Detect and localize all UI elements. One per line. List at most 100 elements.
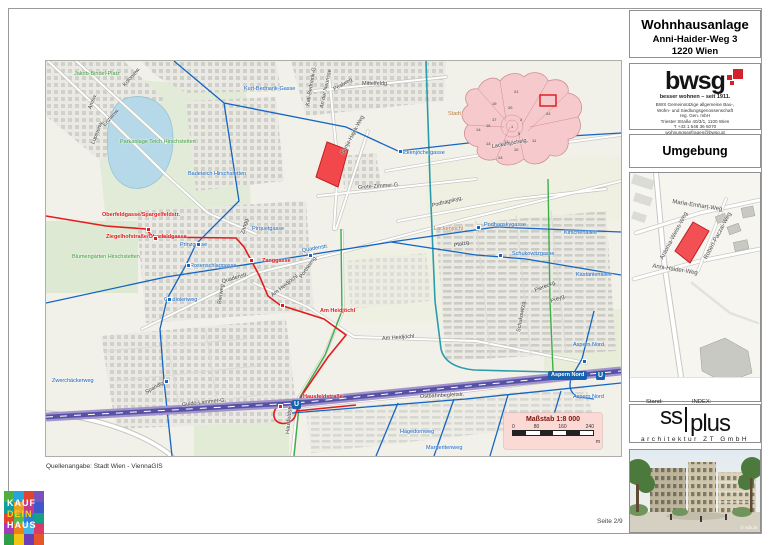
project-address: Anni-Haider-Weg 3 [630,34,760,45]
plan-sheet: Jakob-Bindel-PlatzKoloniew.Anisw.Enzianw… [0,0,770,545]
map-label: Schukowitzgasse [512,251,555,257]
project-city: 1220 Wien [630,46,760,57]
building-rendering: © vdx.at [630,450,760,532]
transit-stop-marker [280,303,285,308]
transit-stop-marker [498,253,503,258]
title-block: Wohnhausanlage Anni-Haider-Weg 3 1220 Wi… [629,10,761,58]
ubahn-icon: U [596,371,605,380]
bwsg-logo: bwsg [665,68,725,94]
kauf-dein-haus-logo: KAUF DEIN HAUS [4,491,44,545]
map-label: 2 [520,117,522,123]
kdh-line-3: HAUS [7,520,37,531]
map-label: 10 [514,147,518,153]
ubahn-icon-hausfeldstrasse: U [292,400,301,409]
kdh-line-1: KAUF [7,498,37,509]
map-label: 13 [486,141,490,147]
umgebung-heading: Umgebung [630,135,760,167]
map-label: Zwerchäckerweg [52,378,94,384]
bwsg-address: BWS Gemeinnützige allgemeine Bau-,Wohn- … [630,102,760,136]
map-label: Aspern Nord [573,394,604,400]
map-label: Kurt-Bednarik-Gasse [244,86,295,92]
bwsg-pixel-mark-icon [727,68,743,86]
transit-stop-marker [167,297,172,302]
map-label: 20 [508,105,512,111]
umgebung-map: Maria-Emhart-WegAntonia-Weiss-WegRobert-… [630,173,760,378]
map-label: Badeteich Hirschstetten [188,171,246,177]
transit-stop-marker [398,149,403,154]
transit-stop-marker [249,258,254,263]
project-title: Wohnhausanlage [630,17,760,32]
map-label: Kastanienallee [576,272,612,278]
map-label: 3 [518,131,520,137]
map-label: 17 [492,117,496,123]
map-label: 19 [492,101,496,107]
map-label: Am Heidjöchl [320,308,355,314]
map-label: Podhagskygasse [484,222,526,228]
map-label: Mittelfeldg. [362,81,389,87]
rendering-box: © vdx.at [629,449,761,533]
transit-stop-marker [146,227,151,232]
scale-ticks: 080160240 [504,423,602,430]
map-label: Prinzgasse [180,242,207,248]
map-label: Jakob-Bindel-Platz [74,71,120,77]
map-label: 14 [476,127,480,133]
transit-stop-marker [308,253,313,258]
ssplus-plus: plus [690,414,730,434]
u2-station-label: Aspern Nord [551,372,584,378]
bwsg-company-block: bwsg besser wohnen – seit 1911. BWS Geme… [629,63,761,130]
map-label: 1 [511,124,513,130]
kdh-wordmark: KAUF DEIN HAUS [7,498,37,531]
transit-stop-marker [278,404,283,409]
map-label: Oberfeldgasse/Spargelfeldstr. [102,212,180,218]
transit-stop-marker [196,242,201,247]
ssplus-logo: ss plus [630,407,760,433]
scale-unit: m [596,439,600,445]
map-label: Zanggasse [262,258,291,264]
map-label: Hausfeldstraße [303,394,343,400]
scale-tick: 240 [586,424,594,430]
ssplus-divider [685,407,687,432]
map-label: Kirschenallee [564,230,597,236]
bwsg-wordmark: bwsg [665,67,725,95]
umgebung-header: Umgebung [629,134,761,168]
kdh-color-cell [14,534,24,545]
render-credit: © vdx.at [740,524,757,530]
map-label: Hagedornweg [400,429,434,435]
map-label: Aspern Nord [573,342,604,348]
map-label: Margeritenweg [426,445,462,451]
map-label: Stadt [448,111,461,117]
page-number: Seite 2/9 [597,518,623,525]
map-label: Parkanlage Teich Hirschstetten [120,139,196,145]
ssplus-ss: ss [660,407,682,427]
kdh-line-2: DEIN [7,509,37,520]
site-location-map: Jakob-Bindel-PlatzKoloniew.Anisw.Enzianw… [45,60,622,457]
source-attribution: Quellenangabe: Stadt Wien - ViennaGIS [46,463,163,470]
transit-stop-marker [164,379,169,384]
map-label: 16 [486,123,490,129]
transit-stop-marker [153,236,158,241]
kdh-color-cell [24,534,34,545]
scale-title: Maßstab 1:8 000 [504,416,602,423]
map-label: 22 [546,111,550,117]
transit-stop-marker [186,263,191,268]
map-label: Pirquetgasse [252,226,284,232]
map-scale-box: Maßstab 1:8 000 080160240 m [504,413,602,449]
map-label: Ziegelhofstraße/Oberfeldgasse [106,234,187,240]
scale-tick: 0 [512,424,515,430]
map-label: Lackenjöchl [434,226,463,232]
map-label: 21 [514,89,518,95]
scale-bar [512,430,594,436]
map-label: Lackenjöchelgasse [398,150,445,156]
architect-subtitle: architektur ZT GmbH [630,436,760,443]
u2-station-aspern-nord: Aspern Nord [548,371,587,380]
umgebung-map-box: Maria-Emhart-WegAntonia-Weiss-WegRobert-… [629,172,761,402]
kdh-color-cell [34,534,44,545]
transit-stop-marker [476,225,481,230]
map-label: 23 [498,155,502,161]
map-label: Blumengärten Hirschstetten [72,254,140,260]
scale-tick: 160 [558,424,566,430]
architect-block: ss plus architektur ZT GmbH [629,404,761,443]
kdh-color-cell [4,534,14,545]
map-label: 11 [532,138,536,144]
transit-stop-marker [582,359,587,364]
